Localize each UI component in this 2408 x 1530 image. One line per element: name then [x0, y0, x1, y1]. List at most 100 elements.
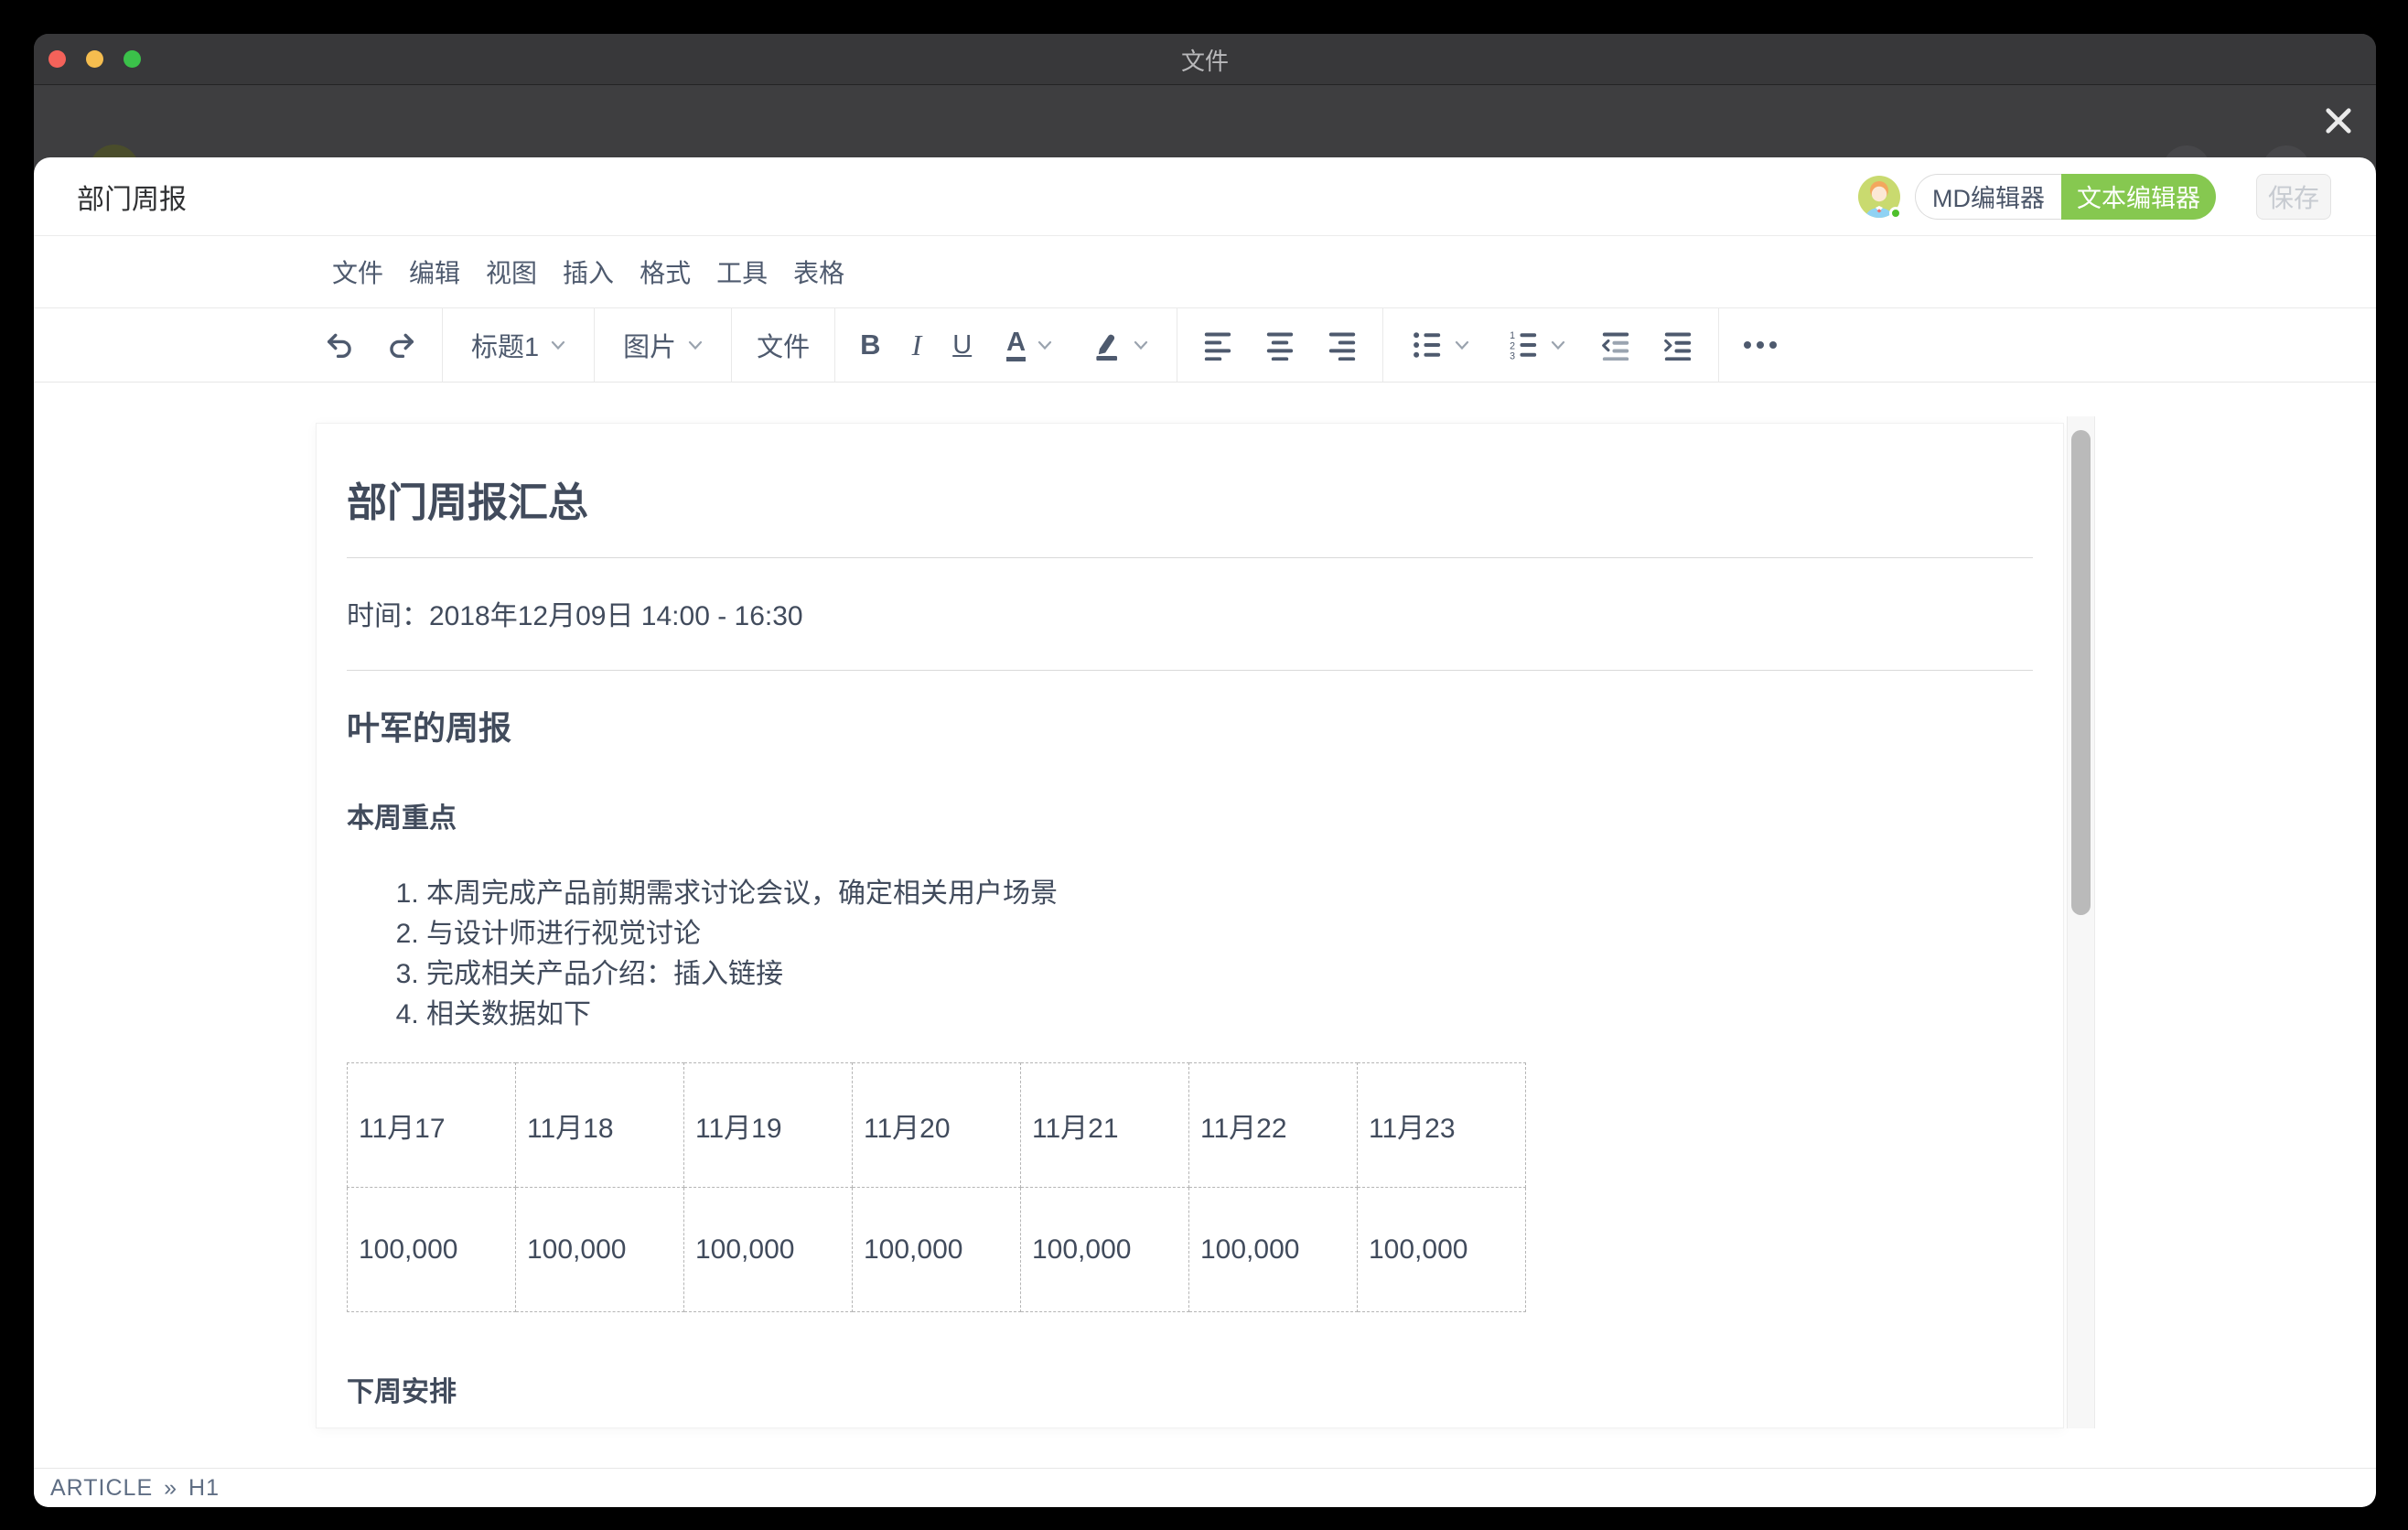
text-editor-button[interactable]: 文本编辑器 — [2061, 174, 2216, 220]
more-icon — [1744, 341, 1777, 349]
menu-format[interactable]: 格式 — [640, 253, 691, 290]
online-status-dot — [1889, 207, 1902, 220]
font-color-dropdown[interactable]: A — [987, 308, 1071, 382]
table-cell[interactable]: 11月22 — [1189, 1063, 1358, 1188]
macos-titlebar: 文件 — [34, 34, 2376, 85]
list-item[interactable]: 相关数据如下 — [426, 995, 2033, 1035]
menu-table[interactable]: 表格 — [793, 253, 844, 290]
bold-button[interactable]: B — [844, 308, 896, 382]
header-actions: MD编辑器 文本编辑器 保存 — [1858, 174, 2331, 220]
align-right-icon — [1327, 329, 1358, 361]
italic-button[interactable]: I — [897, 308, 938, 382]
menu-file[interactable]: 文件 — [332, 253, 383, 290]
chevron-down-icon — [551, 340, 565, 350]
indent-icon — [1662, 329, 1693, 361]
insert-file-button[interactable]: 文件 — [741, 308, 825, 382]
list-item[interactable]: 与设计师进行视觉讨论 — [426, 914, 2033, 954]
close-icon — [2326, 108, 2351, 134]
chevron-down-icon — [1551, 340, 1565, 350]
table-cell[interactable]: 11月21 — [1021, 1063, 1189, 1188]
align-left-icon — [1202, 329, 1233, 361]
menu-bar: 文件 编辑 视图 插入 格式 工具 表格 — [34, 236, 2376, 307]
app-window: 文件 部门周报 — [34, 34, 2376, 1507]
menu-view[interactable]: 视图 — [486, 253, 537, 290]
list-item[interactable]: 完成相关产品介绍：插入链接 — [426, 954, 2033, 995]
editor-panel: 部门周报 MD编辑器 文本编辑器 保存 — [34, 157, 2376, 1507]
svg-text:1: 1 — [1510, 330, 1515, 341]
close-overlay-button[interactable] — [2320, 102, 2357, 139]
table-cell[interactable]: 100,000 — [1358, 1188, 1526, 1312]
toolbar-separator — [1718, 308, 1719, 382]
table-cell[interactable]: 11月20 — [853, 1063, 1021, 1188]
editor-mode-toggle: MD编辑器 文本编辑器 — [1915, 174, 2216, 220]
doc-section-next[interactable]: 下周安排 — [347, 1369, 2033, 1409]
undo-icon — [324, 329, 355, 361]
table-cell[interactable]: 100,000 — [684, 1188, 853, 1312]
menu-insert[interactable]: 插入 — [563, 253, 614, 290]
align-center-icon — [1264, 329, 1295, 361]
outdent-icon — [1600, 329, 1631, 361]
heading-style-dropdown[interactable]: 标题1 — [452, 308, 585, 382]
bullet-list-icon — [1412, 329, 1443, 361]
doc-heading-1[interactable]: 部门周报汇总 — [347, 469, 2033, 528]
scrollbar-thumb[interactable] — [2071, 430, 2091, 915]
toolbar-separator — [442, 308, 443, 382]
doc-section-week[interactable]: 本周重点 — [347, 795, 2033, 835]
table-cell[interactable]: 100,000 — [853, 1188, 1021, 1312]
redo-button[interactable] — [371, 308, 433, 382]
font-color-icon: A — [1006, 329, 1026, 361]
align-center-button[interactable] — [1249, 308, 1311, 382]
table-cell[interactable]: 11月17 — [348, 1063, 516, 1188]
divider — [347, 670, 2033, 671]
list-item[interactable]: 本周完成产品前期需求讨论会议，确定相关用户场景 — [426, 874, 2033, 914]
doc-time-line[interactable]: 时间：2018年12月09日 14:00 - 16:30 — [347, 593, 2033, 633]
undo-button[interactable] — [308, 308, 371, 382]
redo-icon — [386, 329, 417, 361]
toolbar-separator — [834, 308, 835, 382]
divider — [347, 557, 2033, 558]
table-cell[interactable]: 100,000 — [516, 1188, 684, 1312]
save-button[interactable]: 保存 — [2256, 174, 2331, 220]
document-editor-area[interactable]: 部门周报汇总 时间：2018年12月09日 14:00 - 16:30 叶军的周… — [316, 423, 2064, 1428]
svg-text:2: 2 — [1510, 340, 1515, 351]
underline-button[interactable]: U — [937, 308, 987, 382]
doc-numbered-list: 本周完成产品前期需求讨论会议，确定相关用户场景 与设计师进行视觉讨论 完成相关产… — [347, 874, 2033, 1035]
document-title: 部门周报 — [77, 177, 187, 217]
toolbar-separator — [1382, 308, 1383, 382]
doc-heading-2[interactable]: 叶军的周报 — [347, 702, 2033, 749]
menu-tools[interactable]: 工具 — [716, 253, 768, 290]
numbered-list-icon: 1 2 3 — [1508, 329, 1539, 361]
avatar[interactable] — [1858, 176, 1900, 218]
table-cell[interactable]: 11月19 — [684, 1063, 853, 1188]
data-table: 11月17 11月18 11月19 11月20 11月21 11月22 11月2… — [347, 1062, 1526, 1312]
table-cell[interactable]: 100,000 — [1189, 1188, 1358, 1312]
table-row: 11月17 11月18 11月19 11月20 11月21 11月22 11月2… — [348, 1063, 1526, 1188]
menu-edit[interactable]: 编辑 — [409, 253, 460, 290]
status-path-separator: » — [164, 1475, 177, 1502]
more-tools-button[interactable] — [1728, 308, 1792, 382]
outdent-button[interactable] — [1585, 308, 1647, 382]
highlight-color-dropdown[interactable] — [1071, 308, 1167, 382]
format-toolbar: 标题1 图片 文件 B I U A — [34, 307, 2376, 382]
align-left-button[interactable] — [1187, 308, 1249, 382]
window-title: 文件 — [34, 34, 2376, 85]
table-cell[interactable]: 11月18 — [516, 1063, 684, 1188]
chevron-down-icon — [1134, 340, 1148, 350]
chevron-down-icon — [1037, 340, 1052, 350]
bullet-list-dropdown[interactable] — [1392, 308, 1489, 382]
table-cell[interactable]: 100,000 — [1021, 1188, 1189, 1312]
md-editor-button[interactable]: MD编辑器 — [1915, 174, 2061, 220]
align-right-button[interactable] — [1311, 308, 1373, 382]
highlighter-icon — [1091, 329, 1122, 361]
status-bar: ARTICLE » H1 — [34, 1468, 2376, 1507]
svg-text:3: 3 — [1510, 351, 1515, 361]
table-row: 100,000 100,000 100,000 100,000 100,000 … — [348, 1188, 1526, 1312]
table-cell[interactable]: 100,000 — [348, 1188, 516, 1312]
indent-button[interactable] — [1647, 308, 1709, 382]
insert-image-dropdown[interactable]: 图片 — [604, 308, 722, 382]
vertical-scrollbar[interactable] — [2067, 416, 2095, 1428]
editor-header: 部门周报 MD编辑器 文本编辑器 保存 — [34, 157, 2376, 236]
table-cell[interactable]: 11月23 — [1358, 1063, 1526, 1188]
numbered-list-dropdown[interactable]: 1 2 3 — [1489, 308, 1585, 382]
chevron-down-icon — [1455, 340, 1469, 350]
